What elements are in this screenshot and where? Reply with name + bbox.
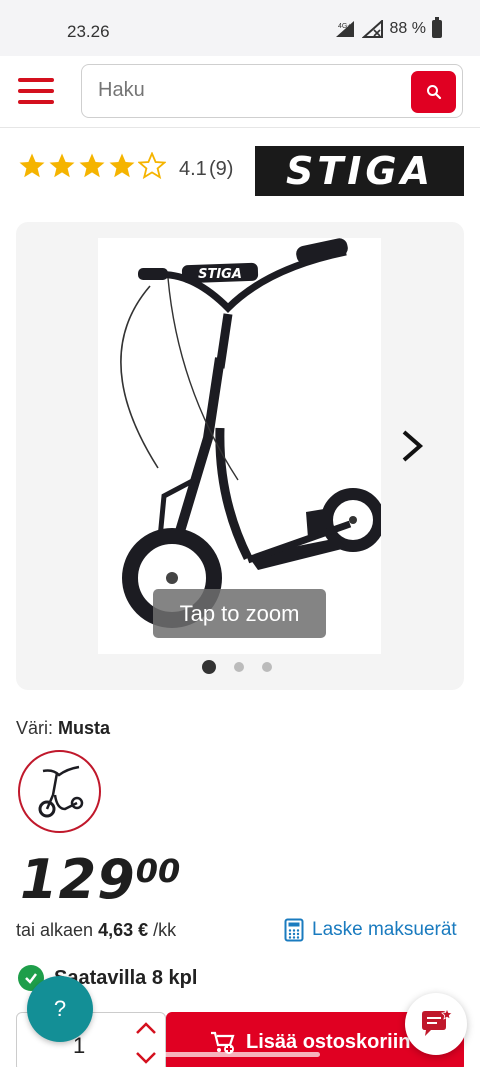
star-empty-icon (138, 152, 166, 179)
battery-percent: 88 % (389, 20, 426, 37)
help-button[interactable]: ? (27, 976, 93, 1042)
color-label-prefix: Väri: (16, 718, 54, 738)
price-decimals: 00 (135, 852, 181, 890)
calculate-installments-link[interactable]: Laske maksuerät (284, 918, 457, 942)
search-bar (81, 64, 463, 118)
svg-text:STIGA: STIGA (198, 267, 242, 282)
chat-icon (422, 1008, 453, 1036)
chevron-up-icon[interactable] (135, 1021, 157, 1035)
gallery-dot[interactable] (262, 662, 272, 672)
svg-text:STIGA: STIGA (285, 152, 433, 190)
add-to-cart-label: Lisää ostoskoriin (246, 1030, 411, 1053)
monthly-amount: 4,63 € (98, 920, 149, 940)
color-label: Väri: Musta (16, 718, 110, 739)
status-icons: 4G+ 88 % (334, 17, 442, 38)
product-price: 12900 (20, 848, 180, 911)
calculate-installments-label: Laske maksuerät (312, 919, 457, 940)
color-value: Musta (58, 718, 111, 738)
calculator-icon (284, 918, 304, 942)
stiga-logo-icon: STIGA (285, 152, 433, 190)
star-filled-icon (79, 153, 105, 178)
color-swatch-black[interactable] (18, 750, 101, 833)
scooter-thumbnail-icon (38, 765, 83, 817)
search-icon (426, 85, 441, 100)
battery-icon (432, 17, 442, 38)
star-filled-icon (19, 153, 45, 178)
rating-count[interactable]: (9) (209, 158, 233, 181)
svg-text:4G+: 4G+ (338, 23, 351, 30)
home-indicator[interactable] (160, 1052, 320, 1057)
monthly-prefix: tai alkaen (16, 920, 94, 940)
status-bar: 23.26 4G+ 88 % (0, 0, 480, 56)
rating-row: 4.1 (9) STIGA (18, 146, 464, 198)
search-button[interactable] (411, 71, 456, 113)
search-input[interactable] (98, 79, 398, 102)
gallery-dot[interactable] (202, 660, 216, 674)
site-header (0, 56, 480, 128)
hamburger-menu-icon[interactable] (18, 78, 54, 104)
wifi-signal-icon (361, 20, 383, 38)
monthly-payment: tai alkaen 4,63 € /kk (16, 920, 176, 941)
mobile-signal-icon: 4G+ (335, 21, 354, 37)
brand-logo[interactable]: STIGA (255, 146, 464, 196)
star-filled-icon (109, 153, 135, 178)
chevron-right-icon[interactable] (396, 426, 428, 466)
chat-button[interactable] (405, 993, 467, 1055)
gallery-pagination (202, 660, 272, 674)
help-icon: ? (53, 996, 67, 1021)
gallery-dot[interactable] (234, 662, 244, 672)
star-rating[interactable] (18, 152, 166, 179)
chevron-down-icon[interactable] (135, 1051, 157, 1065)
status-time: 23.26 (67, 22, 110, 41)
tap-to-zoom-label[interactable]: Tap to zoom (153, 589, 326, 638)
star-filled-icon (49, 153, 75, 178)
product-gallery[interactable]: STIGA Tap to zoom (16, 222, 464, 690)
price-integer: 129 (20, 848, 136, 911)
rating-value: 4.1 (179, 158, 207, 180)
monthly-suffix: /kk (153, 920, 177, 940)
cart-add-icon (211, 1031, 235, 1054)
